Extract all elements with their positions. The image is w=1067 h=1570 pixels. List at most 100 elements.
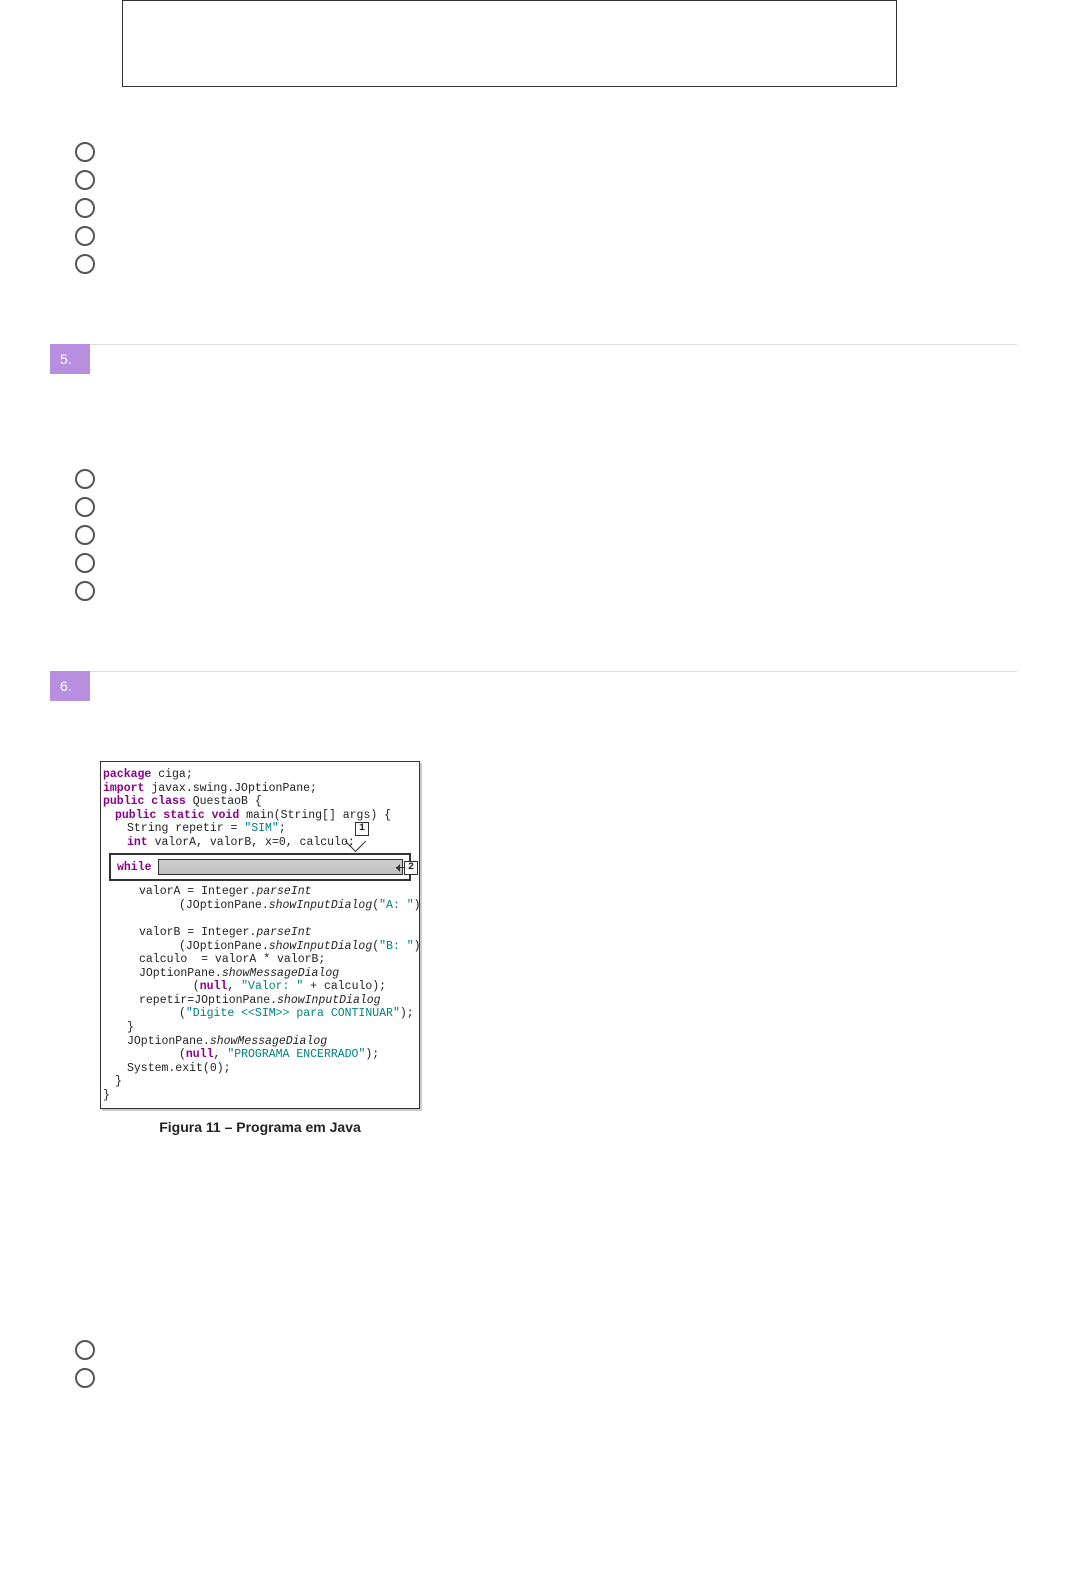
- q6-text: [90, 671, 1017, 701]
- q5-option-row[interactable]: [75, 469, 1017, 489]
- code-token: (: [179, 980, 200, 993]
- code-token: main(String[] args) {: [239, 809, 391, 822]
- code-token: showInputDialog: [269, 899, 373, 912]
- code-token: ;: [279, 822, 286, 835]
- q6-option-group: [75, 1340, 1017, 1388]
- q5-option-row[interactable]: [75, 581, 1017, 601]
- code-token: repetir=JOptionPane.: [139, 994, 277, 1007]
- code-token: valorB = Integer.: [139, 926, 256, 939]
- code-token: QuestaoB {: [186, 795, 262, 808]
- radio-icon[interactable]: [75, 525, 95, 545]
- radio-icon[interactable]: [75, 553, 95, 573]
- code-token: parseInt: [256, 885, 311, 898]
- code-token: null: [186, 1048, 214, 1061]
- code-token: ));: [414, 899, 420, 912]
- code-blank-fill: 2: [158, 859, 403, 875]
- code-box: package ciga; import javax.swing.JOption…: [100, 761, 420, 1109]
- code-token: javax.swing.JOptionPane;: [144, 782, 317, 795]
- code-token: }: [115, 1075, 122, 1088]
- q4-figure-box: [122, 0, 897, 87]
- q4-option-label: [105, 201, 1017, 215]
- code-token: + calculo);: [303, 980, 386, 993]
- q6-header: 6.: [50, 671, 1017, 701]
- radio-icon[interactable]: [75, 497, 95, 517]
- code-token: JOptionPane.: [127, 1035, 210, 1048]
- radio-icon[interactable]: [75, 142, 95, 162]
- code-token: valorA, valorB, x=0, calculo;: [148, 836, 355, 849]
- code-token: "Digite <<SIM>> para CONTINUAR": [186, 1007, 400, 1020]
- radio-icon[interactable]: [75, 1340, 95, 1360]
- code-token: "B: ": [379, 940, 414, 953]
- code-token: public class: [103, 795, 186, 808]
- q6-figure: package ciga; import javax.swing.JOption…: [100, 761, 420, 1135]
- q4-option-row[interactable]: [75, 170, 1017, 190]
- q5-header: 5.: [50, 344, 1017, 374]
- code-token: ciga;: [151, 768, 192, 781]
- radio-icon[interactable]: [75, 226, 95, 246]
- code-token: );: [365, 1048, 379, 1061]
- code-token: }: [127, 1021, 134, 1034]
- document-page: 5.: [0, 0, 1067, 1570]
- q5-option-label: [105, 584, 1017, 598]
- code-token: }: [103, 1089, 110, 1102]
- radio-icon[interactable]: [75, 198, 95, 218]
- code-token: showMessageDialog: [210, 1035, 327, 1048]
- q4-option-row[interactable]: [75, 142, 1017, 162]
- q4-option-group: [75, 142, 1017, 274]
- code-token: );: [400, 1007, 414, 1020]
- code-token: "SIM": [244, 822, 279, 835]
- q5-option-label: [105, 500, 1017, 514]
- code-while-line: while 2: [109, 853, 411, 881]
- code-token: JOptionPane.: [139, 967, 222, 980]
- code-token: calculo = valorA * valorB;: [139, 953, 325, 966]
- callout-2: 2: [404, 861, 418, 875]
- q4-option-row[interactable]: [75, 254, 1017, 274]
- q6-option-label: [105, 1343, 1017, 1357]
- radio-icon[interactable]: [75, 1368, 95, 1388]
- q4-option-label: [105, 257, 1017, 271]
- code-token: "Valor: ": [241, 980, 303, 993]
- code-token: package: [103, 768, 151, 781]
- code-token: int: [127, 836, 148, 849]
- code-token: "A: ": [379, 899, 414, 912]
- code-token: public static void: [115, 809, 239, 822]
- q4-option-row[interactable]: [75, 226, 1017, 246]
- q5-option-row[interactable]: [75, 497, 1017, 517]
- code-token: showInputDialog: [269, 940, 373, 953]
- q5-option-group: [75, 469, 1017, 601]
- q6-option-row[interactable]: [75, 1368, 1017, 1388]
- code-token: (JOptionPane.: [179, 899, 269, 912]
- q4-option-row[interactable]: [75, 198, 1017, 218]
- q6-figure-caption: Figura 11 – Programa em Java: [100, 1119, 420, 1135]
- code-token: "PROGRAMA ENCERRADO": [227, 1048, 365, 1061]
- code-token: System.exit(0);: [127, 1062, 231, 1075]
- code-token: (JOptionPane.: [179, 940, 269, 953]
- code-token: ));: [414, 940, 420, 953]
- q6-number: 6.: [50, 671, 90, 701]
- q5-option-label: [105, 556, 1017, 570]
- q5-option-row[interactable]: [75, 553, 1017, 573]
- q4-option-label: [105, 229, 1017, 243]
- code-token: while: [117, 861, 152, 875]
- code-token: (: [179, 1007, 186, 1020]
- radio-icon[interactable]: [75, 469, 95, 489]
- q5-number: 5.: [50, 344, 90, 374]
- q5-option-row[interactable]: [75, 525, 1017, 545]
- code-token: parseInt: [256, 926, 311, 939]
- q5-option-label: [105, 472, 1017, 486]
- q4-option-label: [105, 173, 1017, 187]
- code-token: String repetir =: [127, 822, 244, 835]
- code-token: showMessageDialog: [222, 967, 339, 980]
- q4-option-label: [105, 145, 1017, 159]
- q6-option-label: [105, 1371, 1017, 1385]
- code-token: ,: [214, 1048, 228, 1061]
- code-token: import: [103, 782, 144, 795]
- q5-option-label: [105, 528, 1017, 542]
- code-token: valorA = Integer.: [139, 885, 256, 898]
- q5-text: [90, 344, 1017, 374]
- q6-option-row[interactable]: [75, 1340, 1017, 1360]
- radio-icon[interactable]: [75, 170, 95, 190]
- radio-icon[interactable]: [75, 254, 95, 274]
- code-token: showInputDialog: [277, 994, 381, 1007]
- radio-icon[interactable]: [75, 581, 95, 601]
